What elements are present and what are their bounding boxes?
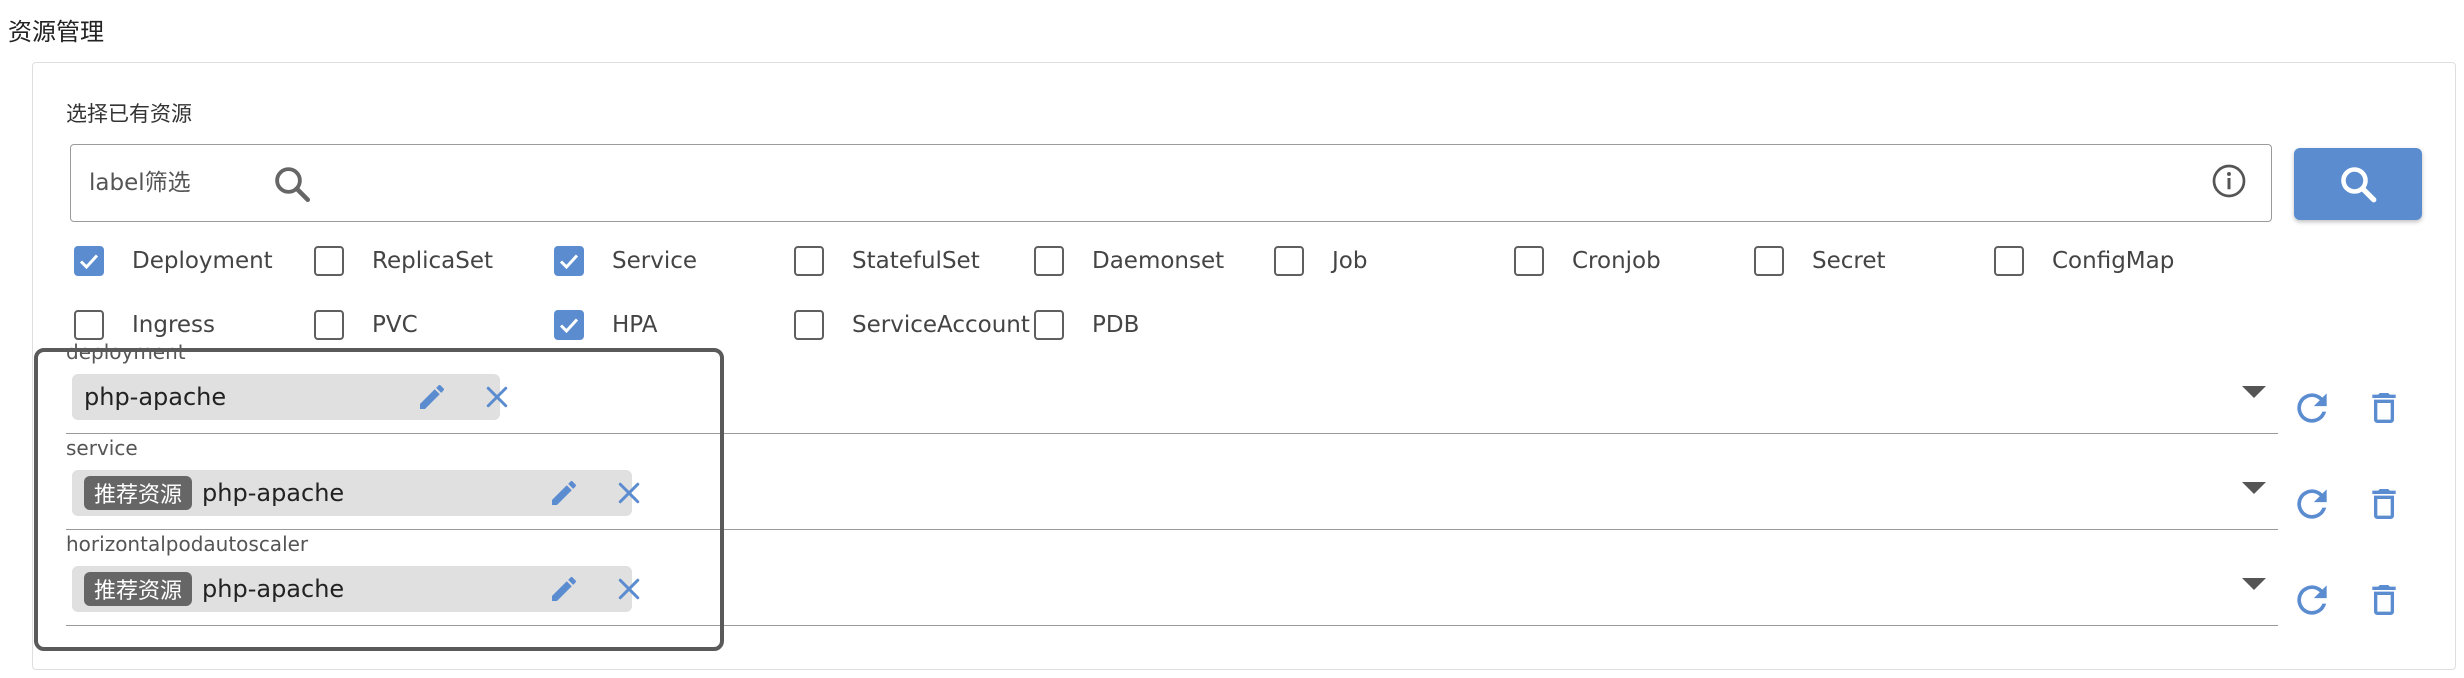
resource-row-label: service xyxy=(66,436,138,460)
close-icon[interactable] xyxy=(482,382,512,412)
checkbox-statefulset[interactable]: StatefulSet xyxy=(794,244,980,278)
resource-chip[interactable]: 推荐资源 php-apache xyxy=(72,566,640,612)
trash-icon[interactable] xyxy=(2364,386,2404,430)
checkmark-icon xyxy=(79,254,99,270)
checkbox-serviceaccount[interactable]: ServiceAccount xyxy=(794,308,1030,342)
checkbox-daemonset[interactable]: Daemonset xyxy=(1034,244,1224,278)
checkbox-job[interactable]: Job xyxy=(1274,244,1367,278)
resource-row-service: service 推荐资源 php-apache xyxy=(66,436,2278,530)
resource-row-label: horizontalpodautoscaler xyxy=(66,532,309,556)
field-underline xyxy=(66,624,2278,626)
resource-chip[interactable]: 推荐资源 php-apache xyxy=(72,470,640,516)
search-icon xyxy=(275,167,311,203)
refresh-icon[interactable] xyxy=(2290,578,2334,622)
checkbox-label: PVC xyxy=(372,312,418,338)
chip-value: php-apache xyxy=(84,383,227,411)
chevron-down-icon[interactable] xyxy=(2240,382,2268,402)
trash-icon[interactable] xyxy=(2364,578,2404,622)
chevron-down-icon[interactable] xyxy=(2240,478,2268,498)
search-icon xyxy=(2341,167,2377,203)
checkbox-label: ConfigMap xyxy=(2052,248,2175,274)
section-label: 选择已有资源 xyxy=(66,102,192,126)
field-underline xyxy=(66,528,2278,530)
label-filter-box xyxy=(70,144,2272,222)
checkbox-box[interactable] xyxy=(314,310,344,340)
page-title: 资源管理 xyxy=(8,18,104,46)
pencil-icon[interactable] xyxy=(548,477,580,509)
checkbox-label: Cronjob xyxy=(1572,248,1661,274)
checkbox-box[interactable] xyxy=(1514,246,1544,276)
chevron-down-icon[interactable] xyxy=(2240,574,2268,594)
checkbox-box[interactable] xyxy=(554,246,584,276)
checkbox-replicaset[interactable]: ReplicaSet xyxy=(314,244,493,278)
chip-value: php-apache xyxy=(202,575,345,603)
checkmark-icon xyxy=(559,254,579,270)
checkbox-pdb[interactable]: PDB xyxy=(1034,308,1139,342)
checkbox-box[interactable] xyxy=(554,310,584,340)
checkbox-service[interactable]: Service xyxy=(554,244,697,278)
refresh-icon[interactable] xyxy=(2290,482,2334,526)
checkbox-box[interactable] xyxy=(74,246,104,276)
chip-value: php-apache xyxy=(202,479,345,507)
checkbox-box[interactable] xyxy=(314,246,344,276)
checkbox-box[interactable] xyxy=(1994,246,2024,276)
label-filter-input[interactable] xyxy=(89,163,259,203)
checkmark-icon xyxy=(559,318,579,334)
checkbox-label: Daemonset xyxy=(1092,248,1225,274)
checkbox-label: PDB xyxy=(1092,312,1140,338)
resource-chip[interactable]: php-apache xyxy=(72,374,508,420)
checkbox-label: StatefulSet xyxy=(852,248,980,274)
checkbox-cronjob[interactable]: Cronjob xyxy=(1514,244,1661,278)
pencil-icon[interactable] xyxy=(416,381,448,413)
checkbox-pvc[interactable]: PVC xyxy=(314,308,418,342)
checkbox-box[interactable] xyxy=(1034,246,1064,276)
refresh-icon[interactable] xyxy=(2290,386,2334,430)
checkbox-hpa[interactable]: HPA xyxy=(554,308,657,342)
checkbox-label: ReplicaSet xyxy=(372,248,493,274)
checkbox-label: Deployment xyxy=(132,248,273,274)
checkbox-box[interactable] xyxy=(1274,246,1304,276)
field-underline xyxy=(66,432,2278,434)
resource-row-hpa: horizontalpodautoscaler 推荐资源 php-apache xyxy=(66,532,2278,626)
resource-row-deployment: deployment php-apache xyxy=(66,340,2278,434)
checkbox-box[interactable] xyxy=(794,246,824,276)
trash-icon[interactable] xyxy=(2364,482,2404,526)
checkbox-deployment[interactable]: Deployment xyxy=(74,244,273,278)
recommended-tag: 推荐资源 xyxy=(84,476,193,510)
checkbox-label: Service xyxy=(612,248,698,274)
checkbox-box[interactable] xyxy=(74,310,104,340)
close-icon[interactable] xyxy=(614,574,644,604)
info-icon[interactable] xyxy=(2211,163,2247,199)
resource-row-label: deployment xyxy=(66,340,186,364)
pencil-icon[interactable] xyxy=(548,573,580,605)
checkbox-box[interactable] xyxy=(1754,246,1784,276)
checkbox-ingress[interactable]: Ingress xyxy=(74,308,215,342)
checkbox-secret[interactable]: Secret xyxy=(1754,244,1886,278)
checkbox-configmap[interactable]: ConfigMap xyxy=(1994,244,2174,278)
recommended-tag: 推荐资源 xyxy=(84,572,193,606)
search-button[interactable] xyxy=(2294,148,2422,220)
checkbox-label: ServiceAccount xyxy=(852,312,1030,338)
checkbox-label: Secret xyxy=(1812,248,1886,274)
checkbox-label: HPA xyxy=(612,312,658,338)
checkbox-label: Ingress xyxy=(132,312,216,338)
close-icon[interactable] xyxy=(614,478,644,508)
checkbox-box[interactable] xyxy=(794,310,824,340)
checkbox-box[interactable] xyxy=(1034,310,1064,340)
checkbox-label: Job xyxy=(1332,248,1368,274)
